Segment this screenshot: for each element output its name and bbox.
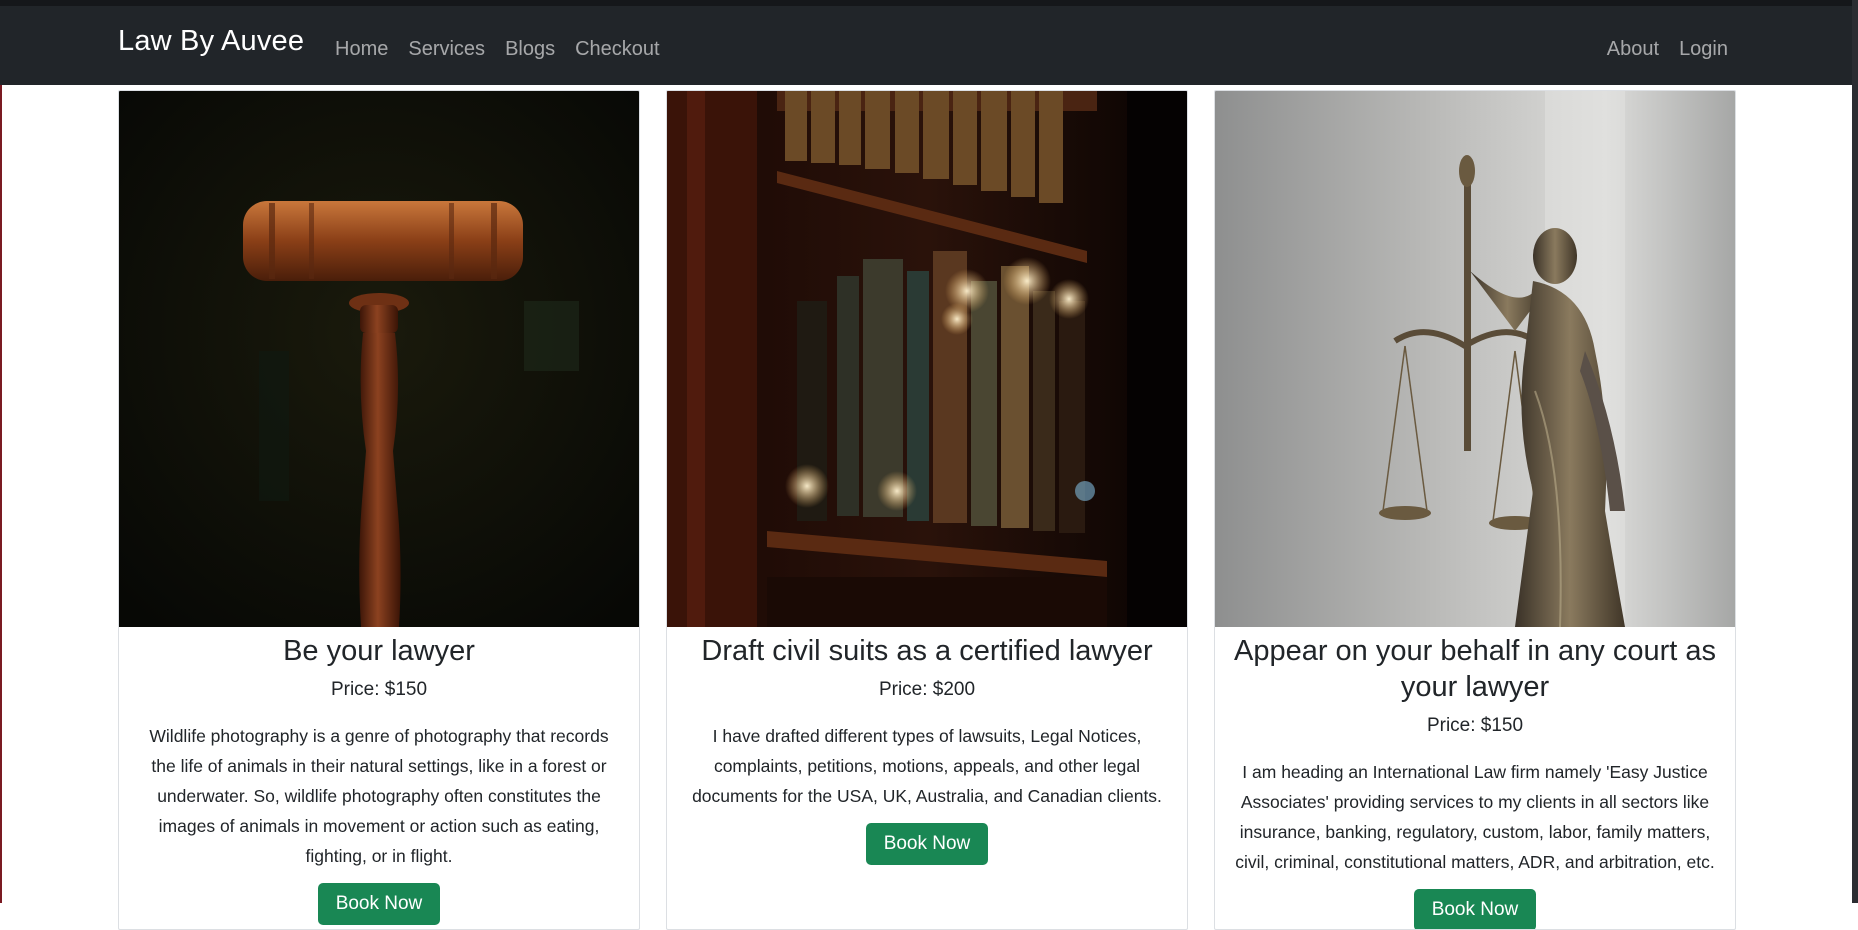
services-grid: Be your lawyer Price: $150 Wildlife phot… bbox=[118, 90, 1736, 930]
service-title: Appear on your behalf in any court as yo… bbox=[1233, 635, 1717, 703]
gavel-photo-icon bbox=[119, 91, 639, 627]
navbar: Law By Auvee Home Services Blogs Checkou… bbox=[0, 6, 1852, 85]
bookshelf-photo-icon bbox=[667, 91, 1187, 627]
service-title: Be your lawyer bbox=[283, 635, 475, 667]
nav-link-home[interactable]: Home bbox=[335, 35, 398, 63]
lady-justice-photo-icon bbox=[1215, 91, 1735, 627]
service-price: Price: $150 bbox=[330, 679, 428, 700]
service-price: Price: $150 bbox=[1426, 715, 1524, 736]
nav-link-about[interactable]: About bbox=[1597, 35, 1669, 63]
service-description: Wildlife photography is a genre of photo… bbox=[149, 726, 609, 866]
nav-link-services[interactable]: Services bbox=[398, 35, 495, 63]
nav-link-login[interactable]: Login bbox=[1669, 35, 1728, 63]
nav-left-links: Home Services Blogs Checkout bbox=[335, 35, 670, 63]
window-left-edge bbox=[0, 85, 2, 903]
service-description: I am heading an International Law firm n… bbox=[1235, 762, 1715, 872]
service-card: Appear on your behalf in any court as yo… bbox=[1214, 90, 1736, 930]
service-description: I have drafted different types of lawsui… bbox=[692, 726, 1162, 806]
service-card: Draft civil suits as a certified lawyer … bbox=[666, 90, 1188, 930]
book-now-button[interactable]: Book Now bbox=[865, 823, 989, 865]
service-title: Draft civil suits as a certified lawyer bbox=[701, 635, 1153, 667]
nav-link-blogs[interactable]: Blogs bbox=[495, 35, 565, 63]
scrollbar-track[interactable] bbox=[1852, 0, 1858, 903]
book-now-button[interactable]: Book Now bbox=[1413, 889, 1537, 929]
service-card: Be your lawyer Price: $150 Wildlife phot… bbox=[118, 90, 640, 930]
nav-link-checkout[interactable]: Checkout bbox=[565, 35, 670, 63]
book-now-button[interactable]: Book Now bbox=[317, 883, 441, 925]
service-price: Price: $200 bbox=[878, 679, 976, 700]
brand-logo[interactable]: Law By Auvee bbox=[118, 25, 304, 58]
nav-right-links: About Login bbox=[1597, 35, 1728, 63]
